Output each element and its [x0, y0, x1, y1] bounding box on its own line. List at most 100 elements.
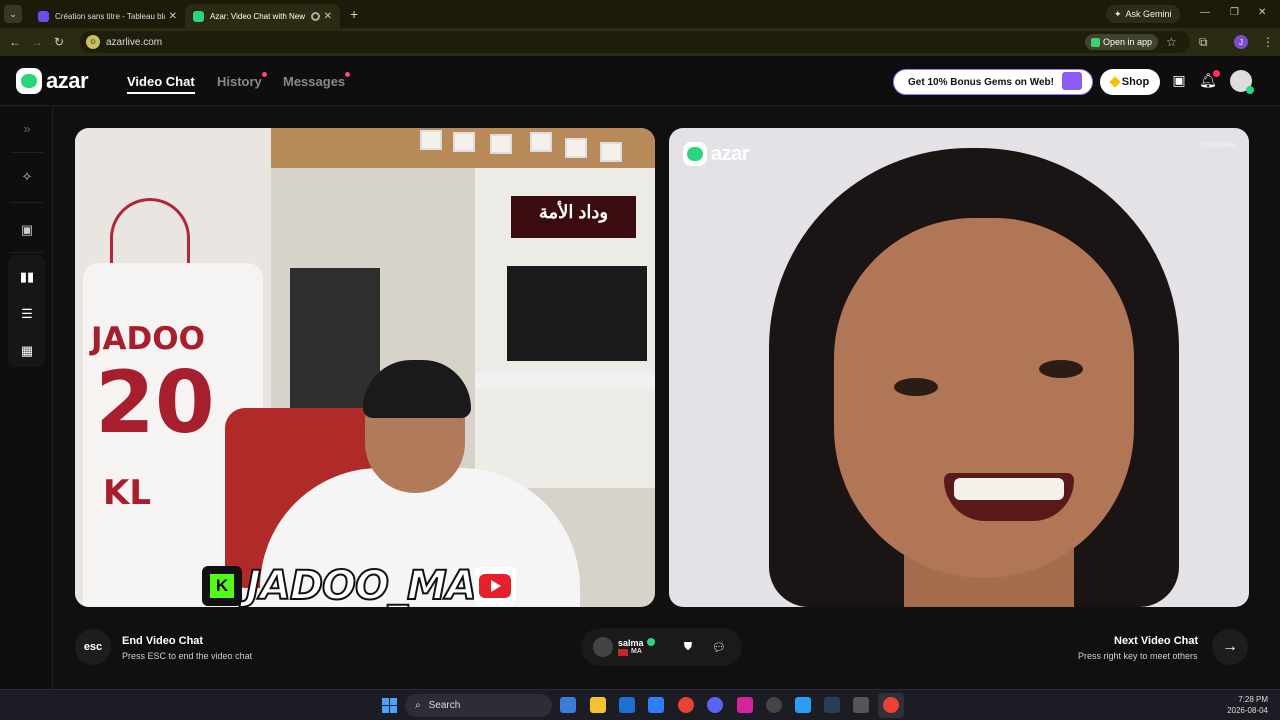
capcut-icon[interactable]	[795, 697, 811, 713]
peer-name: salma	[618, 638, 644, 648]
azar-watermark: azar	[683, 142, 750, 166]
azar-logo-mark-icon	[683, 142, 707, 166]
end-chat-title: End Video Chat	[122, 635, 204, 647]
steam-icon[interactable]	[824, 697, 840, 713]
kick-logo-icon: K	[202, 565, 242, 606]
chat-bubble-icon[interactable]: 💬︎	[709, 637, 729, 657]
right-arrow-icon: →	[1222, 638, 1238, 655]
wall-photo	[453, 132, 475, 152]
eye	[894, 378, 938, 396]
bookmark-star-icon[interactable]: ☆	[1166, 35, 1177, 49]
azar-logo[interactable]: azar	[16, 68, 89, 94]
store-icon[interactable]	[648, 697, 664, 713]
layout-stacked-icon[interactable]: ☰	[18, 305, 36, 323]
left-sidebar: » ✧ ▣	[0, 107, 53, 689]
address-bar[interactable]: ⊙ azarlive.com	[80, 31, 1190, 53]
open-in-app-label: Open in app	[1103, 37, 1153, 47]
taskbar-search-label: Search	[428, 700, 461, 711]
browser-menu-icon[interactable]: ⋮	[1262, 35, 1274, 49]
nav-history[interactable]: History	[217, 74, 262, 89]
instagram-icon[interactable]	[737, 697, 753, 713]
nav-video-chat[interactable]: Video Chat	[127, 74, 195, 89]
next-chat-subtitle: Press right key to meet others	[1078, 651, 1198, 661]
extensions-icon[interactable]: ⧉	[1199, 35, 1208, 50]
snipping-tool-icon[interactable]	[853, 697, 869, 713]
magic-wand-icon[interactable]: ✧	[18, 168, 36, 186]
site-info-icon[interactable]: ⊙	[86, 35, 100, 49]
next-chat-button[interactable]: →	[1212, 629, 1248, 665]
browser-tab-strip: ⌄ Création sans titre - Tableau bla ✕ Az…	[0, 0, 1280, 28]
inbox-icon[interactable]: ▣	[1170, 72, 1188, 90]
expand-chevrons-icon[interactable]: »	[18, 120, 36, 138]
tab-title: Création sans titre - Tableau bla	[55, 11, 165, 21]
peer-avatar[interactable]	[593, 637, 613, 657]
desk	[475, 373, 655, 389]
browser-profile-avatar[interactable]: J	[1234, 35, 1248, 49]
streamer-name-overlay: K JADOO_MA	[202, 562, 537, 607]
system-clock[interactable]: 7:28 PM 2026-08-04	[1218, 694, 1268, 716]
file-explorer-icon[interactable]	[590, 697, 606, 713]
windows-start-icon[interactable]	[382, 698, 397, 713]
url-text: azarlive.com	[106, 36, 163, 48]
obs-icon[interactable]	[766, 697, 782, 713]
peer-country: MA	[631, 648, 642, 655]
remote-face	[834, 218, 1134, 578]
tab-title: Azar: Video Chat with New	[210, 11, 306, 21]
brand-name: azar	[46, 68, 89, 93]
chrome-icon[interactable]	[678, 697, 694, 713]
discord-icon[interactable]	[707, 697, 723, 713]
restore-icon[interactable]: ❐	[1230, 7, 1239, 18]
peer-info-pill: salma MA ⛊ 💬︎	[581, 628, 742, 666]
profile-icon[interactable]	[1230, 70, 1254, 94]
azar-favicon-icon	[193, 10, 204, 22]
minimize-icon[interactable]: —	[1200, 7, 1210, 18]
tab-search-button[interactable]: ⌄	[4, 5, 22, 23]
morocco-flag-icon	[618, 649, 628, 656]
jersey-name: JADOO	[91, 321, 205, 357]
reload-icon[interactable]: ↻	[48, 35, 70, 49]
close-tab-icon[interactable]: ✕	[324, 11, 332, 22]
eye	[1039, 360, 1083, 378]
outlook-icon[interactable]	[619, 697, 635, 713]
nav-messages[interactable]: Messages	[283, 74, 345, 89]
end-chat-button[interactable]: esc	[75, 629, 111, 665]
sidebar-divider	[10, 252, 43, 253]
tab-azar[interactable]: Azar: Video Chat with New ✕	[185, 4, 340, 28]
shop-button[interactable]: Shop	[1100, 69, 1160, 95]
ask-gemini-label: Ask Gemini	[1125, 9, 1172, 19]
close-tab-icon[interactable]: ✕	[169, 11, 177, 22]
recording-indicator-icon	[310, 11, 320, 21]
clock-time: 7:28 PM	[1238, 695, 1268, 704]
next-chat-title: Next Video Chat	[1114, 635, 1199, 647]
gift-icon	[1062, 72, 1082, 90]
gemini-sparkle-icon: ✦	[1114, 8, 1122, 19]
verified-badge-icon	[647, 638, 655, 646]
corner-tag: @Ilyouldiaa	[1198, 142, 1235, 149]
photos-app-icon[interactable]	[560, 697, 576, 713]
taskbar-search[interactable]: ⌕ Search	[405, 694, 552, 717]
end-chat-subtitle: Press ESC to end the video chat	[122, 651, 253, 661]
filter-icon[interactable]: ▣	[18, 221, 36, 239]
sidebar-divider	[10, 202, 43, 203]
jersey-number: 20	[95, 353, 215, 453]
wall-photo	[490, 134, 512, 154]
window-close-icon[interactable]: ✕	[1258, 7, 1266, 18]
layout-side-by-side-icon[interactable]: ▮▮	[18, 268, 36, 286]
back-arrow-icon[interactable]: ←	[4, 35, 26, 49]
app-header: azar Video Chat History Messages Get 10%…	[0, 56, 1280, 106]
ask-gemini-button[interactable]: ✦ Ask Gemini	[1106, 5, 1180, 23]
scarf-text: وداد الأمة	[538, 202, 609, 222]
layout-grid-icon[interactable]: ▦	[18, 342, 36, 360]
gem-icon	[1109, 76, 1121, 88]
tv-screen	[507, 266, 647, 361]
new-tab-button[interactable]: +	[350, 6, 358, 22]
chrome-active-icon[interactable]	[883, 697, 899, 713]
wall-photo	[565, 138, 587, 158]
forward-arrow-icon[interactable]: →	[26, 35, 48, 49]
wall-photo	[420, 130, 442, 150]
tab-canva[interactable]: Création sans titre - Tableau bla ✕	[30, 4, 185, 28]
braces-teeth	[954, 478, 1064, 500]
esc-label: esc	[83, 641, 103, 653]
open-in-app-button[interactable]: Open in app	[1085, 34, 1159, 50]
report-shield-icon[interactable]: ⛊	[678, 637, 698, 657]
